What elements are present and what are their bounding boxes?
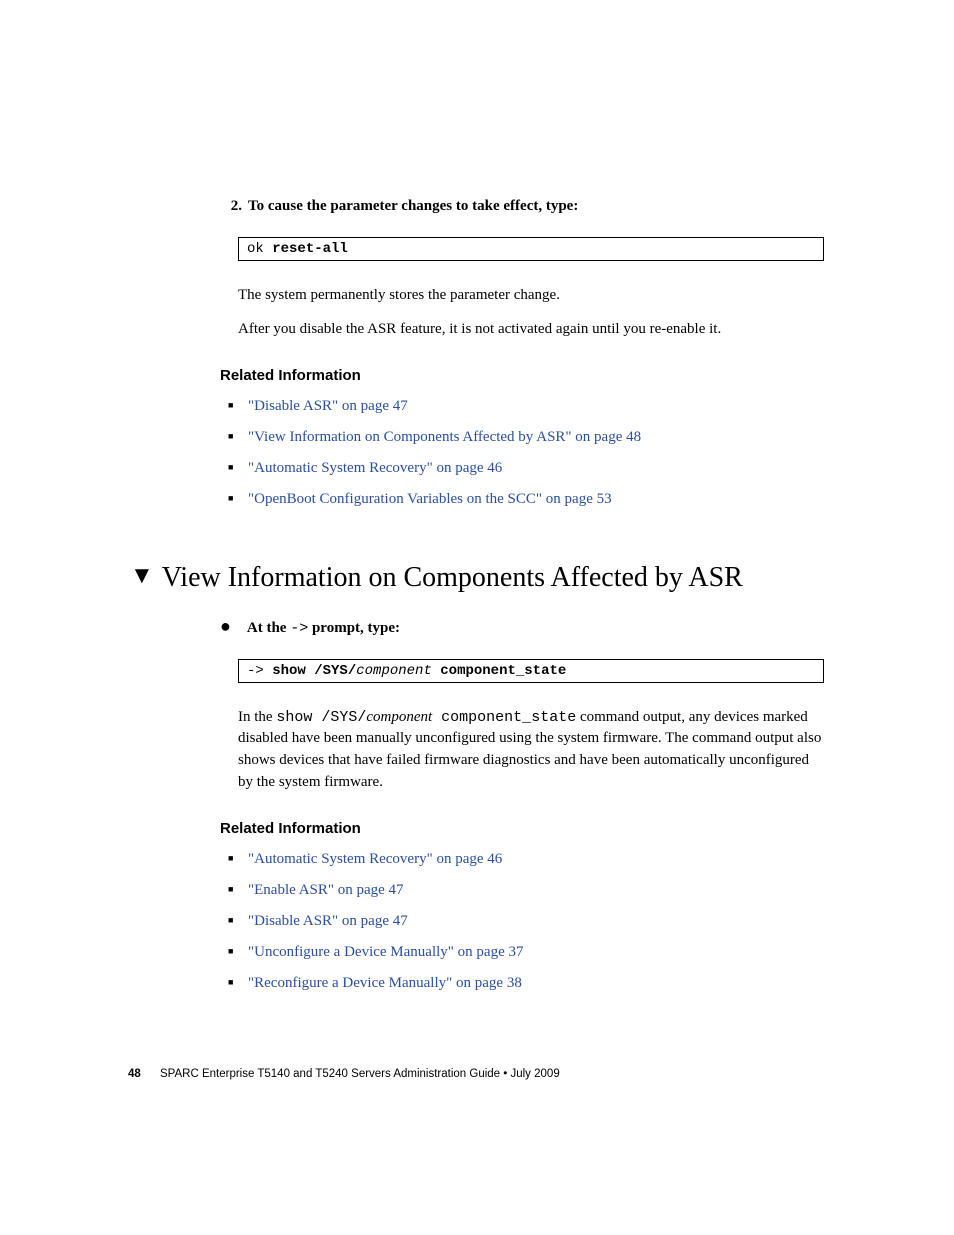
- code-command: component_state: [432, 663, 566, 679]
- code-command: show /SYS/: [272, 663, 356, 679]
- page-footer: 48 SPARC Enterprise T5140 and T5240 Serv…: [128, 1068, 560, 1080]
- numbered-step: 2. To cause the parameter changes to tak…: [220, 198, 824, 215]
- bullet-step: ● At the -> prompt, type:: [220, 617, 824, 637]
- text-run: In the: [238, 709, 276, 725]
- cross-ref-link[interactable]: "Automatic System Recovery" on page 46: [248, 460, 502, 476]
- page-number: 48: [128, 1068, 141, 1080]
- cross-ref-link[interactable]: "Disable ASR" on page 47: [248, 913, 408, 929]
- related-heading: Related Information: [220, 367, 824, 384]
- cross-ref-link[interactable]: "Automatic System Recovery" on page 46: [248, 851, 502, 867]
- list-item: "Disable ASR" on page 47: [220, 396, 824, 417]
- bullet-text: At the -> prompt, type:: [247, 620, 400, 637]
- list-item: "OpenBoot Configuration Variables on the…: [220, 489, 824, 510]
- procedure-icon: ▼: [130, 564, 154, 588]
- cross-ref-link[interactable]: "Reconfigure a Device Manually" on page …: [248, 975, 522, 991]
- code-prompt: ->: [247, 663, 272, 679]
- list-item: "Automatic System Recovery" on page 46: [220, 849, 824, 870]
- cross-ref-link[interactable]: "Disable ASR" on page 47: [248, 398, 408, 414]
- code-variable: component: [356, 663, 432, 679]
- step-text: To cause the parameter changes to take e…: [248, 198, 578, 215]
- list-item: "Enable ASR" on page 47: [220, 880, 824, 901]
- cross-ref-link[interactable]: "View Information on Components Affected…: [248, 429, 641, 445]
- section-title: View Information on Components Affected …: [162, 560, 743, 595]
- code-example-2: -> show /SYS/component component_state: [238, 659, 824, 683]
- related-list-1: "Disable ASR" on page 47 "View Informati…: [220, 396, 824, 510]
- list-item: "Automatic System Recovery" on page 46: [220, 458, 824, 479]
- paragraph: In the show /SYS/component component_sta…: [238, 707, 824, 794]
- section-body: ● At the -> prompt, type: -> show /SYS/c…: [220, 617, 824, 994]
- text-run: prompt, type:: [308, 620, 400, 636]
- related-heading: Related Information: [220, 820, 824, 837]
- step-block: 2. To cause the parameter changes to tak…: [220, 198, 824, 341]
- footer-text: SPARC Enterprise T5140 and T5240 Servers…: [160, 1068, 560, 1080]
- paragraph: The system permanently stores the parame…: [238, 285, 824, 307]
- list-item: "Unconfigure a Device Manually" on page …: [220, 942, 824, 963]
- mono-run: ->: [290, 620, 308, 637]
- mono-run: show /SYS/: [276, 709, 366, 726]
- cross-ref-link[interactable]: "Enable ASR" on page 47: [248, 882, 404, 898]
- text-run: At the: [247, 620, 290, 636]
- list-item: "Disable ASR" on page 47: [220, 911, 824, 932]
- list-item: "Reconfigure a Device Manually" on page …: [220, 973, 824, 994]
- code-prompt: ok: [247, 241, 272, 257]
- italic-run: component: [366, 709, 432, 725]
- page-content: 2. To cause the parameter changes to tak…: [0, 0, 954, 994]
- list-item: "View Information on Components Affected…: [220, 427, 824, 448]
- cross-ref-link[interactable]: "OpenBoot Configuration Variables on the…: [248, 491, 612, 507]
- mono-run: component_state: [432, 709, 576, 726]
- paragraph: After you disable the ASR feature, it is…: [238, 319, 824, 341]
- related-info-block-1: Related Information "Disable ASR" on pag…: [220, 367, 824, 510]
- code-example-1: ok reset-all: [238, 237, 824, 261]
- bullet-icon: ●: [220, 617, 231, 635]
- related-list-2: "Automatic System Recovery" on page 46 "…: [220, 849, 824, 994]
- cross-ref-link[interactable]: "Unconfigure a Device Manually" on page …: [248, 944, 524, 960]
- code-command: reset-all: [272, 241, 348, 257]
- step-number: 2.: [220, 198, 242, 215]
- section-heading: ▼ View Information on Components Affecte…: [130, 560, 824, 595]
